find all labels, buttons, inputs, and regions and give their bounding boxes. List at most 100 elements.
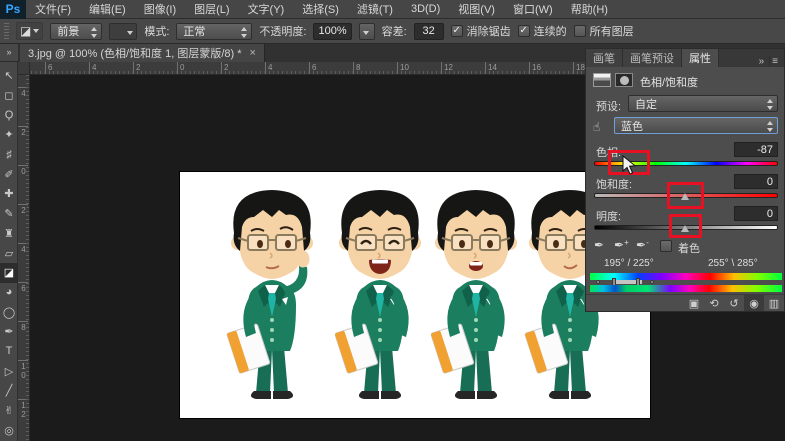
layer-mask-icon[interactable] [615,73,633,87]
targeted-adjustment-icon[interactable]: ☝ [593,120,600,134]
hue-value-input[interactable]: -87 [734,142,778,157]
properties-panel: 画笔 画笔预设 属性 » ≡ 色相/饱和度 预设: 自定 ☝ 蓝色 色相: -8… [585,48,785,312]
eraser-icon: ▱ [5,247,13,260]
delete-adjustment-icon[interactable]: ▥ [764,295,784,311]
menu-window[interactable]: 窗口(W) [504,1,562,17]
range-falloff-dot[interactable] [650,280,654,284]
menu-view[interactable]: 视图(V) [449,1,504,17]
close-tab-icon[interactable]: × [250,47,256,59]
ruler-tick: 6 [45,62,89,75]
move-icon: ↖ [4,69,13,82]
menu-type[interactable]: 文字(Y) [239,1,294,17]
menu-3d[interactable]: 3D(D) [402,3,449,15]
mode-label: 模式: [144,23,169,39]
opacity-value[interactable]: 100% [313,23,351,40]
highlight-saturation-thumb [667,182,704,209]
line-tool-button[interactable]: ╱ [0,381,18,401]
eyedropper-tool-button[interactable]: ✐ [0,164,18,184]
menu-filter[interactable]: 滤镜(T) [348,1,402,17]
document-tab[interactable]: 3.jpg @ 100% (色相/饱和度 1, 图层蒙版/8) * × [20,44,265,62]
paint-bucket-preset[interactable]: ◪ [16,22,43,40]
menu-image[interactable]: 图像(I) [135,1,185,17]
range-falloff-dot[interactable] [596,280,600,284]
opacity-label: 不透明度: [259,23,306,39]
menu-select[interactable]: 选择(S) [293,1,348,17]
panel-menu-icon[interactable]: ≡ [769,56,784,67]
toolbar-collapse-button[interactable]: » [0,44,18,62]
ruler-tick: 0 [18,165,28,204]
ruler-tick: 2 [18,126,28,165]
spinner-icon [767,121,774,132]
reset-icon[interactable]: ↺ [724,295,744,311]
magic-wand-tool-button[interactable]: ✦ [0,125,18,145]
cartoon-characters-artwork [180,172,650,418]
tab-properties[interactable]: 属性 [682,49,719,67]
blur-tool-button[interactable]: ◕ [0,283,18,303]
pen-tool-button[interactable]: ✒ [0,322,18,342]
path-selection-tool-button[interactable]: ▷ [0,361,18,381]
ruler-tick: 2 [133,62,177,75]
channel-select[interactable]: 蓝色 [614,117,778,134]
ruler-tick: 4 [265,62,309,75]
healing-brush-tool-button[interactable]: ✚ [0,184,18,204]
path-selection-icon: ▷ [5,365,13,378]
lightness-value-input[interactable]: 0 [734,206,778,221]
pen-icon: ✒ [4,325,13,338]
checkbox-icon: ✓ [518,25,530,37]
tab-brush-presets[interactable]: 画笔预设 [623,49,682,67]
eraser-tool-button[interactable]: ▱ [0,243,18,263]
brush-tool-button[interactable]: ✎ [0,204,18,224]
hue-saturation-adjustment-icon [593,73,611,87]
ruler-tick: 4 [18,87,28,126]
eyedropper-subtract-icon[interactable]: ✒- [636,238,649,252]
move-tool-button[interactable]: ↖ [0,66,18,86]
mode-value: 正常 [183,23,205,39]
type-tool-button[interactable]: T [0,342,18,362]
visibility-eye-icon[interactable]: ◉ [744,295,764,311]
menu-edit[interactable]: 编辑(E) [80,1,135,17]
eyedropper-sample-icon[interactable]: ✒ [594,238,604,252]
checkbox-icon [574,25,586,37]
menu-layer[interactable]: 图层(L) [185,1,238,17]
collapse-panel-icon[interactable]: » [754,56,770,67]
tolerance-input[interactable]: 32 [414,23,444,40]
ruler-tick: 0 [177,62,221,75]
preset-select[interactable]: 自定 [628,95,778,112]
pattern-picker[interactable] [109,23,137,40]
eyedropper-add-icon[interactable]: ✒+ [614,238,629,252]
lasso-tool-button[interactable]: Ϙ [0,105,18,125]
paint-bucket-tool-button[interactable]: ◪ [0,263,18,283]
opacity-dropdown-button[interactable] [359,23,375,40]
contiguous-checkbox[interactable]: ✓ 连续的 [518,23,567,39]
healing-brush-icon: ✚ [4,187,13,200]
fill-source-value: 前景 [57,23,79,39]
vertical-ruler: 42024681012 [18,75,30,441]
channel-value: 蓝色 [621,118,643,134]
panel-bottom-bar: ▣ ⟲ ↺ ◉ ▥ [586,294,784,311]
view-previous-state-icon[interactable]: ⟲ [704,295,724,311]
document-canvas[interactable] [180,172,650,418]
marquee-tool-button[interactable]: ◻ [0,86,18,106]
hand-icon: ✌ [4,404,13,417]
crop-tool-button[interactable]: ♯ [0,145,18,165]
colorize-label: 着色 [678,240,700,256]
mode-select[interactable]: 正常 [176,23,252,40]
range-right-label: 255° \ 285° [708,258,758,269]
tab-brush[interactable]: 画笔 [586,49,623,67]
spinner-icon [767,99,774,110]
all-layers-checkbox[interactable]: 所有图层 [574,23,634,39]
anti-alias-checkbox[interactable]: ✓ 消除锯齿 [451,23,511,39]
fill-source-select[interactable]: 前景 [50,23,102,40]
clone-stamp-tool-button[interactable]: ♜ [0,224,18,244]
line-icon: ╱ [6,384,13,397]
spinner-icon [241,27,248,38]
saturation-value-input[interactable]: 0 [734,174,778,189]
menu-file[interactable]: 文件(F) [26,1,80,17]
hand-tool-button[interactable]: ✌ [0,401,18,421]
dodge-tool-button[interactable]: ◯ [0,302,18,322]
clip-to-layer-icon[interactable]: ▣ [684,295,704,311]
document-title: 3.jpg @ 100% (色相/饱和度 1, 图层蒙版/8) * [28,45,242,61]
colorize-checkbox[interactable] [660,240,672,252]
menu-help[interactable]: 帮助(H) [562,1,617,17]
zoom-tool-button[interactable]: ◎ [0,420,18,440]
